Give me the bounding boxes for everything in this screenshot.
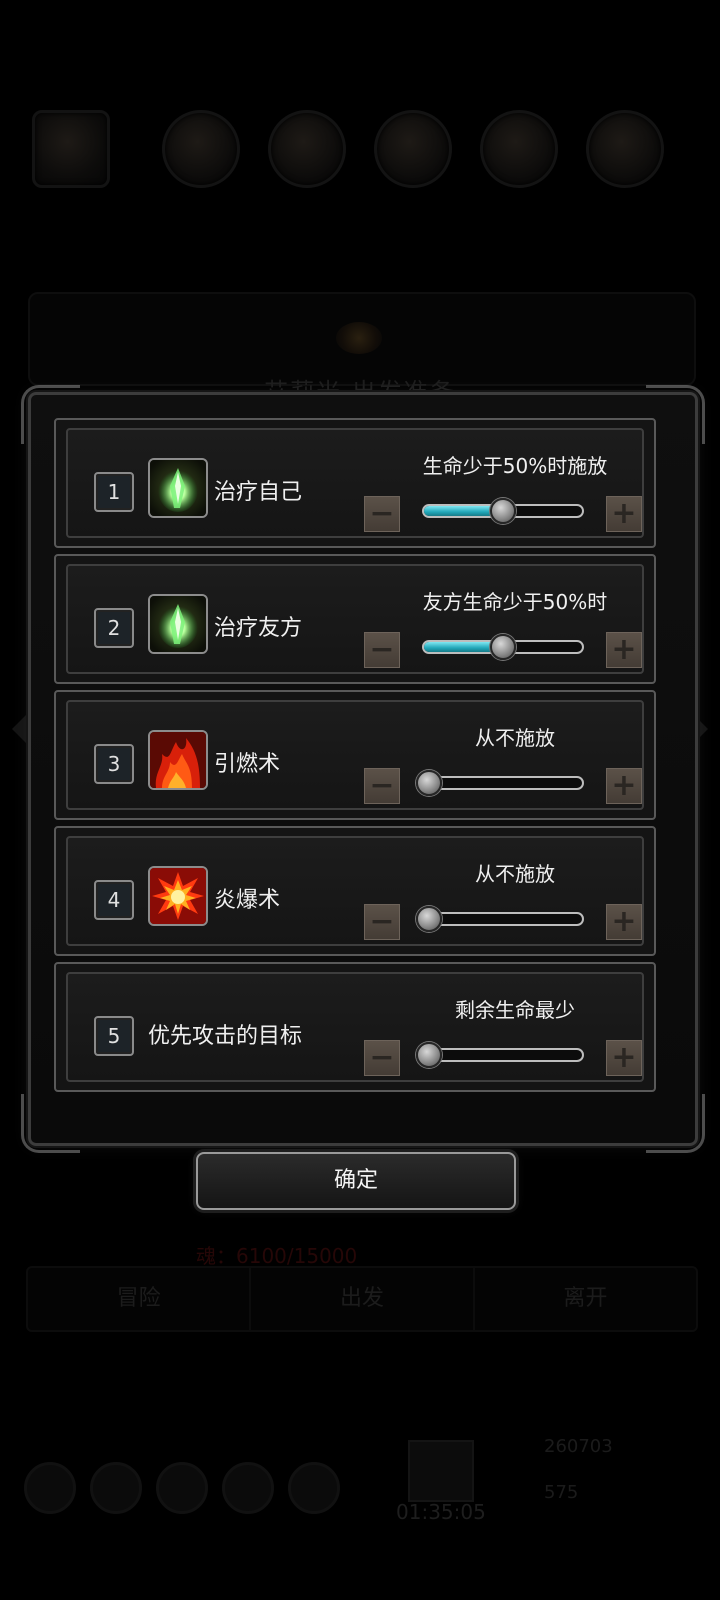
bg-menu-icon xyxy=(288,1462,340,1514)
slider-knob[interactable] xyxy=(416,770,442,796)
bg-tab: 离开 xyxy=(563,1286,608,1311)
plus-icon: + xyxy=(611,632,637,667)
increase-button[interactable]: + xyxy=(606,632,642,668)
fire-explosion-icon xyxy=(148,866,208,926)
bg-gold-count: 260703 xyxy=(544,1436,613,1457)
confirm-button[interactable]: 确定 xyxy=(196,1152,516,1210)
tactic-row-3: 3 引燃术 从不施放 − + xyxy=(54,690,656,820)
decrease-button[interactable]: − xyxy=(364,1040,400,1076)
cast-condition: 从不施放 xyxy=(475,726,555,750)
green-crystal-heal-icon xyxy=(148,594,208,654)
bg-skill-icon xyxy=(374,110,452,188)
minus-icon: − xyxy=(369,768,395,803)
bg-gem-icon xyxy=(336,322,382,354)
bg-skill-icon xyxy=(480,110,558,188)
row-panel: 3 引燃术 从不施放 − + xyxy=(66,700,644,810)
row-panel: 2 治疗友方 友方生命少于50%时 − + xyxy=(66,564,644,674)
increase-button[interactable]: + xyxy=(606,496,642,532)
minus-icon: − xyxy=(369,496,395,531)
bg-menu-icon xyxy=(156,1462,208,1514)
minus-icon: − xyxy=(369,904,395,939)
plus-icon: + xyxy=(611,1040,637,1075)
bg-tab-bar: 冒险 出发 离开 xyxy=(26,1266,698,1332)
bg-skill-icon xyxy=(32,110,110,188)
skill-name: 引燃术 xyxy=(214,752,281,777)
skill-name: 优先攻击的目标 xyxy=(148,1024,303,1049)
green-crystal-heal-icon xyxy=(148,458,208,518)
bg-skill-icon xyxy=(162,110,240,188)
increase-button[interactable]: + xyxy=(606,1040,642,1076)
decrease-button[interactable]: − xyxy=(364,904,400,940)
bg-arrow-left-icon xyxy=(12,715,26,743)
skill-name: 治疗友方 xyxy=(214,616,303,641)
bg-skill-icon xyxy=(586,110,664,188)
decrease-button[interactable]: − xyxy=(364,496,400,532)
bg-menu-icon xyxy=(24,1462,76,1514)
tactic-row-5: 5 优先攻击的目标 剩余生命最少 − + xyxy=(54,962,656,1092)
slider-knob[interactable] xyxy=(416,1042,442,1068)
condition-slider[interactable] xyxy=(422,912,584,926)
tactic-row-2: 2 治疗友方 友方生命少于50%时 − + xyxy=(54,554,656,684)
increase-button[interactable]: + xyxy=(606,904,642,940)
slider-knob[interactable] xyxy=(416,906,442,932)
minus-icon: − xyxy=(369,632,395,667)
cast-condition: 友方生命少于50%时 xyxy=(422,590,608,614)
bg-tab: 出发 xyxy=(251,1268,475,1330)
bg-soul-text: 魂：6100/15000 xyxy=(196,1244,358,1268)
priority-number: 2 xyxy=(94,608,134,648)
priority-number: 3 xyxy=(94,744,134,784)
cast-condition: 生命少于50%时施放 xyxy=(422,454,608,478)
tactic-row-1: 1 治疗自己 生命少于50%时施放 − + xyxy=(54,418,656,548)
cast-condition: 剩余生命最少 xyxy=(455,998,575,1022)
bg-timer: 01:35:05 xyxy=(396,1500,486,1524)
bg-chest-icon xyxy=(408,1440,474,1502)
skill-name: 炎爆术 xyxy=(214,888,281,913)
plus-icon: + xyxy=(611,904,637,939)
priority-number: 1 xyxy=(94,472,134,512)
frame-corner-ornament xyxy=(646,1094,705,1153)
frame-corner-ornament xyxy=(21,1094,80,1153)
decrease-button[interactable]: − xyxy=(364,768,400,804)
bg-gem-count: 575 xyxy=(544,1482,579,1503)
tactic-row-4: 4 炎爆术 从不施放 − + xyxy=(54,826,656,956)
condition-slider[interactable] xyxy=(422,776,584,790)
cast-condition: 从不施放 xyxy=(475,862,555,886)
bg-tab: 冒险 xyxy=(28,1268,252,1330)
bg-menu-icon xyxy=(90,1462,142,1514)
priority-number: 4 xyxy=(94,880,134,920)
slider-knob[interactable] xyxy=(490,498,516,524)
slider-knob[interactable] xyxy=(490,634,516,660)
plus-icon: + xyxy=(611,768,637,803)
increase-button[interactable]: + xyxy=(606,768,642,804)
row-panel: 4 炎爆术 从不施放 − + xyxy=(66,836,644,946)
bg-menu-icon xyxy=(222,1462,274,1514)
row-panel: 5 优先攻击的目标 剩余生命最少 − + xyxy=(66,972,644,1082)
row-panel: 1 治疗自己 生命少于50%时施放 − + xyxy=(66,428,644,538)
condition-slider[interactable] xyxy=(422,1048,584,1062)
minus-icon: − xyxy=(369,1040,395,1075)
skill-name: 治疗自己 xyxy=(214,480,303,505)
flame-ignite-icon xyxy=(148,730,208,790)
priority-number: 5 xyxy=(94,1016,134,1056)
decrease-button[interactable]: − xyxy=(364,632,400,668)
bg-skill-icon xyxy=(268,110,346,188)
plus-icon: + xyxy=(611,496,637,531)
